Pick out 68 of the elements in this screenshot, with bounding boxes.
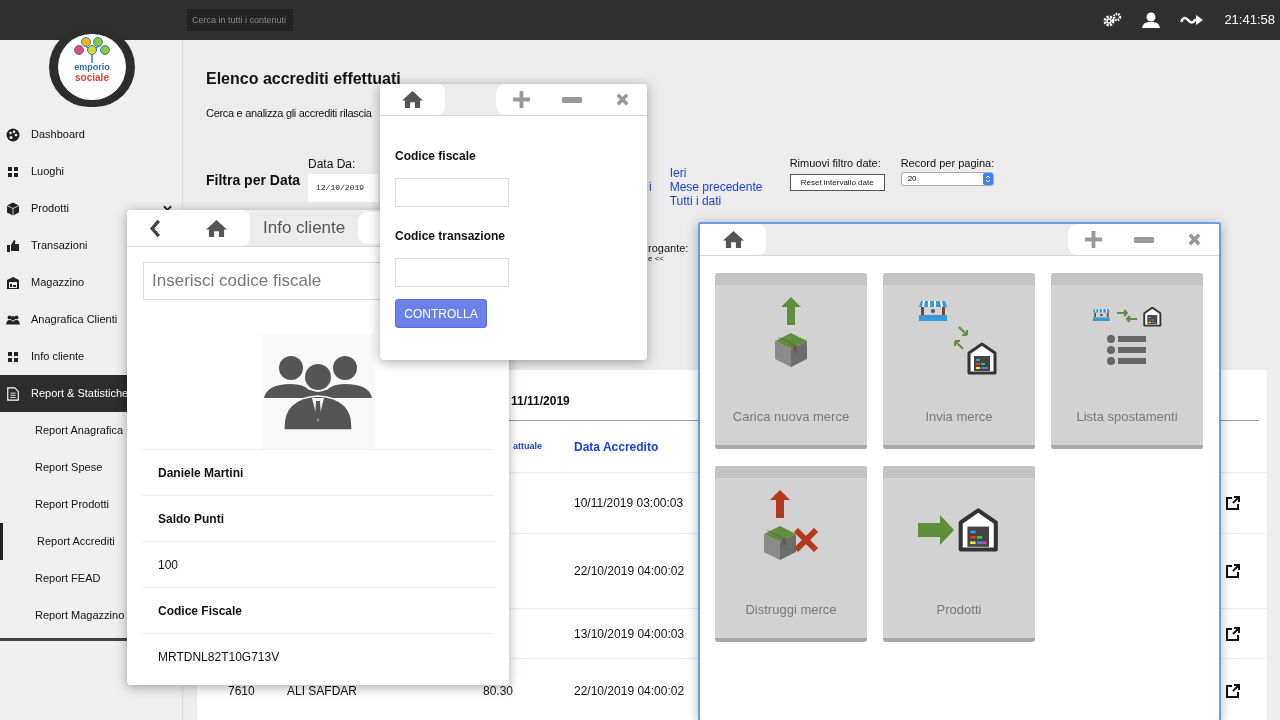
sidebar-item[interactable]: Anagrafica Clienti <box>0 301 182 338</box>
field-label: Daniele Martini <box>158 464 244 482</box>
back-icon[interactable] <box>149 218 161 238</box>
date-field[interactable]: 12/10/2019 <box>308 173 378 202</box>
period-label: 11/11/2019 <box>511 394 570 408</box>
group-icon <box>6 312 20 327</box>
settings-icon[interactable] <box>1102 12 1123 28</box>
minimize-icon[interactable] <box>1134 236 1155 243</box>
records-select[interactable]: 20 <box>900 172 994 186</box>
grid-icon <box>6 164 20 179</box>
field-label: Codice fiscale <box>395 148 476 165</box>
external-link-icon[interactable] <box>1226 683 1240 698</box>
table-cell: 7610 <box>228 683 255 698</box>
plus-icon[interactable] <box>1083 230 1103 249</box>
field-label: Data Da: <box>308 155 357 173</box>
home-icon[interactable] <box>205 218 228 238</box>
table-cell: 13/10/2019 04:00:03 <box>574 626 685 641</box>
external-link-icon[interactable] <box>1226 626 1240 641</box>
reset-button[interactable]: Reset intervallo date <box>789 174 885 191</box>
table-cell: ALI SAFDAR <box>287 683 358 698</box>
cube-icon <box>6 201 20 216</box>
external-link-icon[interactable] <box>1226 564 1240 578</box>
page-title: Elenco accrediti effettuati <box>206 69 401 89</box>
field-label: Rimuovi filtro date: <box>789 155 882 171</box>
user-icon[interactable] <box>1142 12 1161 28</box>
palette-icon <box>6 127 20 142</box>
column-header[interactable]: Data Accredito <box>574 437 659 456</box>
date-link[interactable]: Ieri <box>669 165 790 180</box>
field-label: rogante: <box>648 241 690 254</box>
sidebar-item[interactable]: Transazioni <box>0 227 182 264</box>
group-icon <box>264 353 372 430</box>
logo-text: sociale <box>75 72 109 83</box>
date-link[interactable]: Mese precedente <box>669 179 790 194</box>
plus-icon[interactable] <box>511 90 531 109</box>
table-cell: 80.30 <box>483 683 514 698</box>
input-field[interactable] <box>395 258 509 287</box>
wave-arrow-icon[interactable] <box>1180 14 1205 26</box>
external-link-icon[interactable] <box>1226 496 1240 510</box>
field-label: Codice Fiscale <box>158 602 243 620</box>
page-subtitle: Cerca e analizza gli accrediti rilascia <box>206 106 372 121</box>
document-icon <box>6 386 20 401</box>
clock-time: 21:41:58 <box>1224 11 1275 30</box>
logo-text: emporio <box>74 63 110 72</box>
field-value: e << <box>648 253 664 264</box>
check-button[interactable]: CONTROLLA <box>395 299 487 328</box>
tree-icon <box>72 37 112 63</box>
minimize-icon[interactable] <box>562 96 583 103</box>
sidebar-item[interactable]: Dashboard <box>0 116 182 153</box>
field-label: Record per pagina: <box>900 155 995 171</box>
date-link[interactable]: i <box>649 179 652 194</box>
input-field[interactable] <box>395 178 509 207</box>
window-title: Info cliente <box>263 217 347 240</box>
filter-label: Filtra per Data <box>206 170 302 190</box>
table-cell: 22/10/2019 04:00:02 <box>574 683 685 698</box>
grid-icon <box>6 349 20 364</box>
warehouse-icon <box>6 275 20 290</box>
home-icon[interactable] <box>401 90 424 109</box>
date-link[interactable]: Tutti i dati <box>669 193 790 208</box>
home-icon[interactable] <box>721 230 745 249</box>
hand-icon <box>6 238 20 253</box>
field-value: MRTDNL82T10G713V <box>158 648 280 666</box>
stepper-icon[interactable] <box>982 173 993 185</box>
field-label: Codice transazione <box>395 228 506 245</box>
table-cell: 22/10/2019 04:00:02 <box>574 564 685 578</box>
table-cell: 10/11/2019 03:00:03 <box>574 496 684 510</box>
sidebar-item[interactable]: Luoghi <box>0 153 182 190</box>
sidebar-item[interactable]: Info cliente <box>0 338 182 375</box>
column-header[interactable]: attuale <box>513 439 574 454</box>
